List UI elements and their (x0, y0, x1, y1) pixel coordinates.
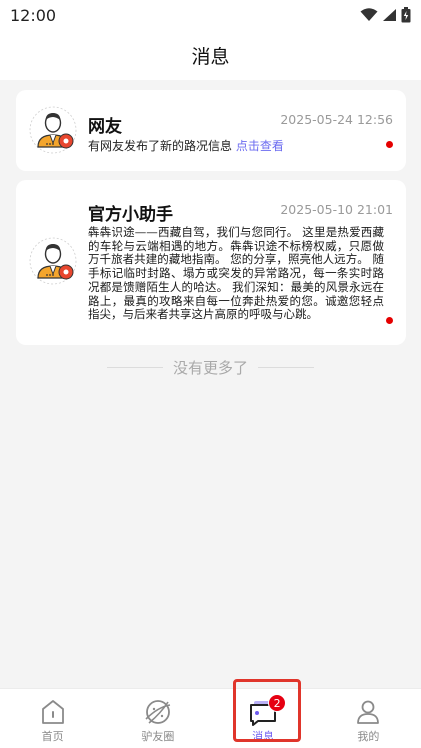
header: 消息 (0, 30, 421, 80)
status-time: 12:00 (10, 5, 57, 25)
unread-dot (386, 317, 393, 324)
tab-label: 首页 (41, 730, 64, 743)
view-details-link[interactable]: 点击查看 (236, 139, 284, 153)
message-time: 2025-05-10 21:01 (280, 202, 393, 217)
list-end-indicator: 没有更多了 (0, 357, 421, 378)
tab-label: 消息 (252, 730, 275, 743)
unread-badge: 2 (268, 694, 287, 712)
user-gear-avatar-icon (29, 237, 77, 285)
status-bar: 12:00 (0, 0, 421, 30)
status-icons (360, 7, 411, 23)
message-preview: 有网友发布了新的路况信息 点击查看 (88, 137, 284, 154)
tab-label: 驴友圈 (141, 730, 175, 743)
message-card-assistant[interactable]: 官方小助手 2025-05-10 21:01 犇犇识途——西藏自驾，我们与您同行… (16, 180, 406, 345)
sender-name: 官方小助手 (88, 205, 173, 225)
profile-icon (357, 700, 380, 724)
message-text: 有网友发布了新的路况信息 (88, 139, 233, 153)
unread-dot (386, 141, 393, 148)
tab-messages[interactable]: 2 消息 (211, 689, 316, 748)
message-text: 犇犇识途——西藏自驾，我们与您同行。 这里是热爱西藏的车轮与云端相遇的地方。犇犇… (88, 225, 384, 322)
tab-profile[interactable]: 我的 (316, 689, 421, 748)
planet-icon (145, 700, 171, 724)
message-time: 2025-05-24 12:56 (280, 112, 393, 127)
wifi-icon (360, 8, 378, 21)
page-title: 消息 (191, 45, 230, 68)
tab-travel-circle[interactable]: 驴友圈 (105, 689, 210, 748)
sender-name: 网友 (88, 117, 122, 137)
divider (258, 367, 314, 368)
home-icon (41, 700, 64, 724)
list-end-text: 没有更多了 (172, 359, 248, 377)
bottom-tab-bar: 首页 驴友圈 2 消息 我的 (0, 688, 421, 748)
tab-home[interactable]: 首页 (0, 689, 105, 748)
signal-icon (383, 9, 396, 21)
message-card-netizen[interactable]: 网友 2025-05-24 12:56 有网友发布了新的路况信息 点击查看 (16, 90, 406, 171)
user-gear-avatar-icon (29, 106, 77, 154)
divider (106, 367, 163, 368)
tab-label: 我的 (357, 730, 380, 743)
battery-icon (401, 7, 411, 23)
